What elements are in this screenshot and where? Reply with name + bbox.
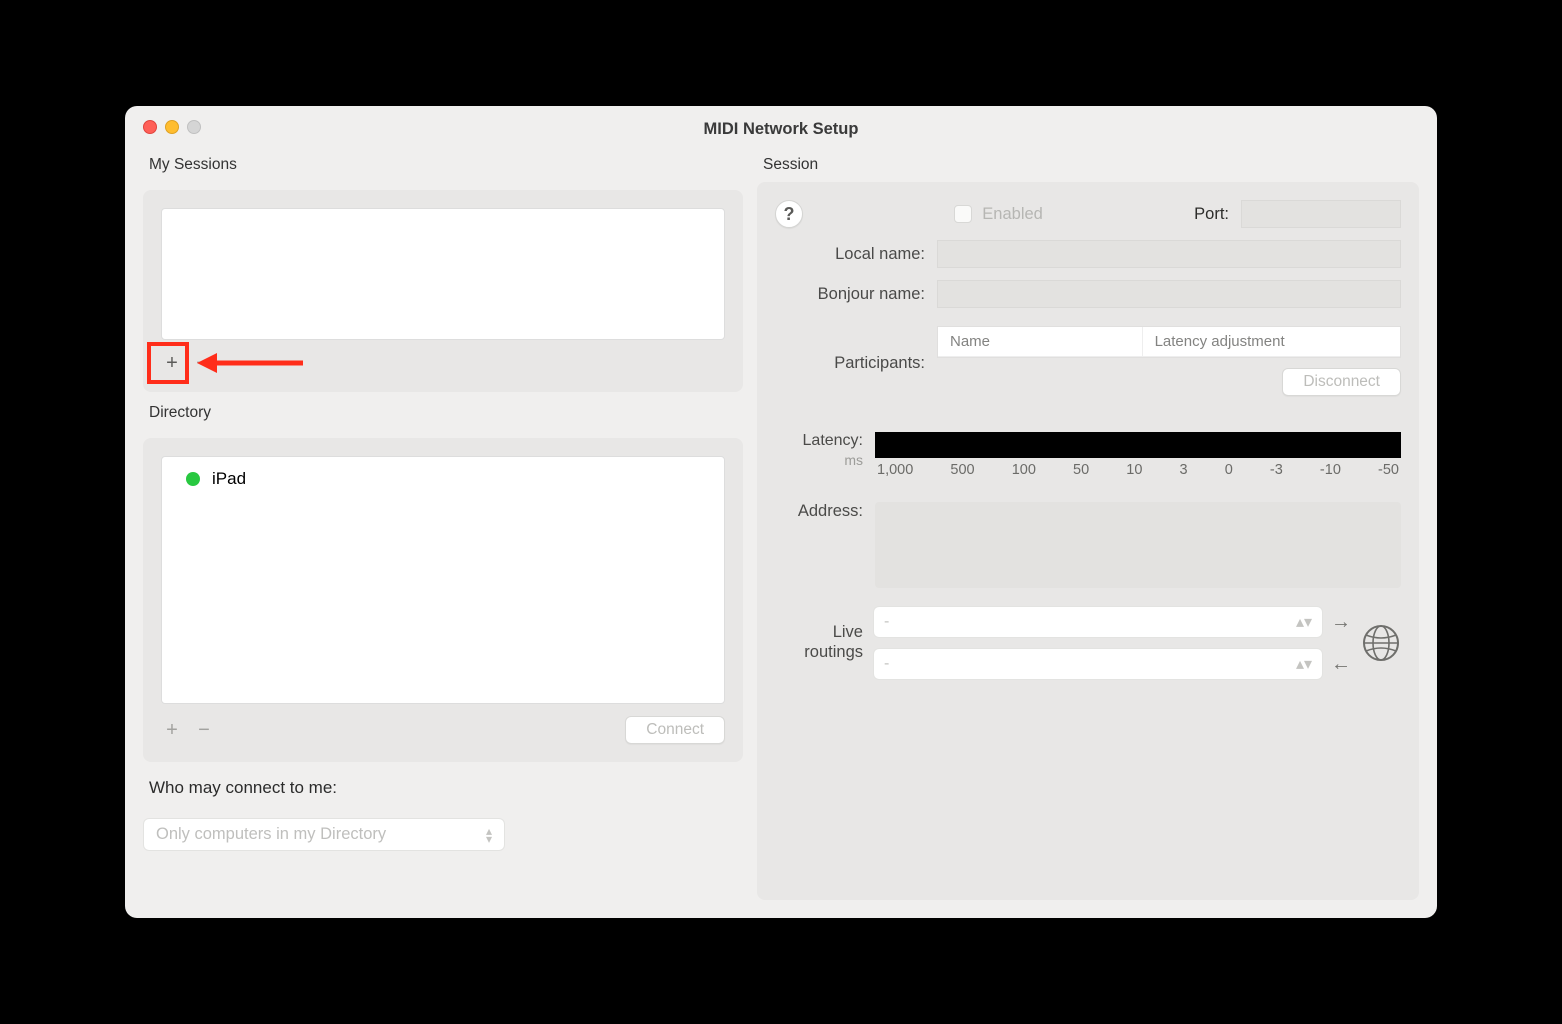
top-row: ? Enabled Port: <box>775 200 1401 228</box>
sessions-panel: + − <box>143 190 743 392</box>
latency-unit: ms <box>775 452 863 468</box>
enabled-label: Enabled <box>982 205 1043 224</box>
routings-row: Live routings - ▴▾ → <box>775 606 1401 680</box>
annotation-box <box>147 342 189 384</box>
chevron-updown-icon: ▴▾ <box>1296 612 1312 632</box>
tick: 3 <box>1180 462 1188 478</box>
bonjour-label: Bonjour name: <box>775 285 925 304</box>
sessions-header: My Sessions <box>143 152 743 182</box>
titlebar: MIDI Network Setup <box>125 106 1437 152</box>
tick: 50 <box>1073 462 1089 478</box>
directory-list[interactable]: iPad <box>161 456 725 704</box>
tick: 1,000 <box>877 462 913 478</box>
routing-in-select[interactable]: - ▴▾ <box>873 648 1323 680</box>
address-label: Address: <box>775 502 863 588</box>
tick: 100 <box>1012 462 1036 478</box>
chevron-updown-icon: ▴▾ <box>1296 654 1312 674</box>
arrow-left-icon: ← <box>1331 653 1351 676</box>
local-name-label: Local name: <box>775 245 925 264</box>
tick: 10 <box>1126 462 1142 478</box>
routings-column: - ▴▾ → - ▴▾ ← <box>873 606 1351 680</box>
who-may-connect-value: Only computers in my Directory <box>156 825 386 844</box>
latency-bar[interactable] <box>875 432 1401 458</box>
enabled-checkbox[interactable] <box>954 205 972 223</box>
local-name-field[interactable] <box>937 240 1401 268</box>
right-column: Session ? Enabled Port: Local name: <box>757 152 1419 900</box>
directory-item-label: iPad <box>212 469 246 489</box>
directory-panel: iPad + − Connect <box>143 438 743 762</box>
tick: -50 <box>1378 462 1399 478</box>
bonjour-row: Bonjour name: <box>775 280 1401 308</box>
col-latency: Latency adjustment <box>1143 327 1400 356</box>
latency-ticks: 1,000 500 100 50 10 3 0 -3 -10 -50 <box>875 462 1401 478</box>
participants-label: Participants: <box>775 326 925 373</box>
who-may-connect-select[interactable]: Only computers in my Directory ▴▾ <box>143 818 505 851</box>
tick: -3 <box>1270 462 1283 478</box>
online-indicator-icon <box>186 472 200 486</box>
arrow-right-icon: → <box>1331 611 1351 634</box>
participants-table[interactable]: Name Latency adjustment <box>937 326 1401 358</box>
who-may-connect-label: Who may connect to me: <box>143 770 743 810</box>
zoom-icon <box>187 120 201 134</box>
globe-icon <box>1361 623 1401 663</box>
address-box <box>875 502 1401 588</box>
latency-graph: 1,000 500 100 50 10 3 0 -3 -10 -50 <box>875 432 1401 478</box>
latency-label: Latency: <box>775 432 863 450</box>
chevron-updown-icon: ▴▾ <box>486 827 492 843</box>
directory-header: Directory <box>143 400 743 430</box>
minimize-icon[interactable] <box>165 120 179 134</box>
add-directory-button[interactable]: + <box>161 719 183 741</box>
bonjour-field[interactable] <box>937 280 1401 308</box>
routing-in-row: - ▴▾ ← <box>873 648 1351 680</box>
directory-toolbar: + − Connect <box>161 704 725 744</box>
tick: 500 <box>950 462 974 478</box>
port-label: Port: <box>1194 205 1229 224</box>
session-panel: ? Enabled Port: Local name: Bonjour name… <box>757 182 1419 900</box>
routing-out-select[interactable]: - ▴▾ <box>873 606 1323 638</box>
help-button[interactable]: ? <box>775 200 803 228</box>
left-column: My Sessions + − Directory <box>143 152 743 900</box>
annotation-arrow-icon <box>195 348 305 378</box>
session-header: Session <box>757 152 1419 182</box>
routings-label: Live routings <box>775 623 863 663</box>
remove-directory-button[interactable]: − <box>193 719 215 741</box>
local-name-row: Local name: <box>775 240 1401 268</box>
disconnect-button[interactable]: Disconnect <box>1282 368 1401 396</box>
tick: 0 <box>1225 462 1233 478</box>
routing-out-row: - ▴▾ → <box>873 606 1351 638</box>
latency-row: Latency: ms 1,000 500 100 50 10 3 0 <box>775 432 1401 478</box>
window: MIDI Network Setup My Sessions + − Direc… <box>125 106 1437 918</box>
sessions-list[interactable] <box>161 208 725 340</box>
participants-header: Name Latency adjustment <box>938 327 1400 357</box>
close-icon[interactable] <box>143 120 157 134</box>
col-name: Name <box>938 327 1143 356</box>
window-title: MIDI Network Setup <box>125 120 1437 139</box>
latency-labels: Latency: ms <box>775 432 863 468</box>
address-row: Address: <box>775 502 1401 588</box>
participants-row: Participants: Name Latency adjustment Di… <box>775 326 1401 396</box>
tick: -10 <box>1320 462 1341 478</box>
traffic-lights <box>143 120 201 134</box>
connect-button[interactable]: Connect <box>625 716 725 744</box>
directory-item[interactable]: iPad <box>162 465 724 493</box>
port-field[interactable] <box>1241 200 1401 228</box>
content: My Sessions + − Directory <box>125 152 1437 918</box>
disconnect-row: Disconnect <box>937 358 1401 396</box>
